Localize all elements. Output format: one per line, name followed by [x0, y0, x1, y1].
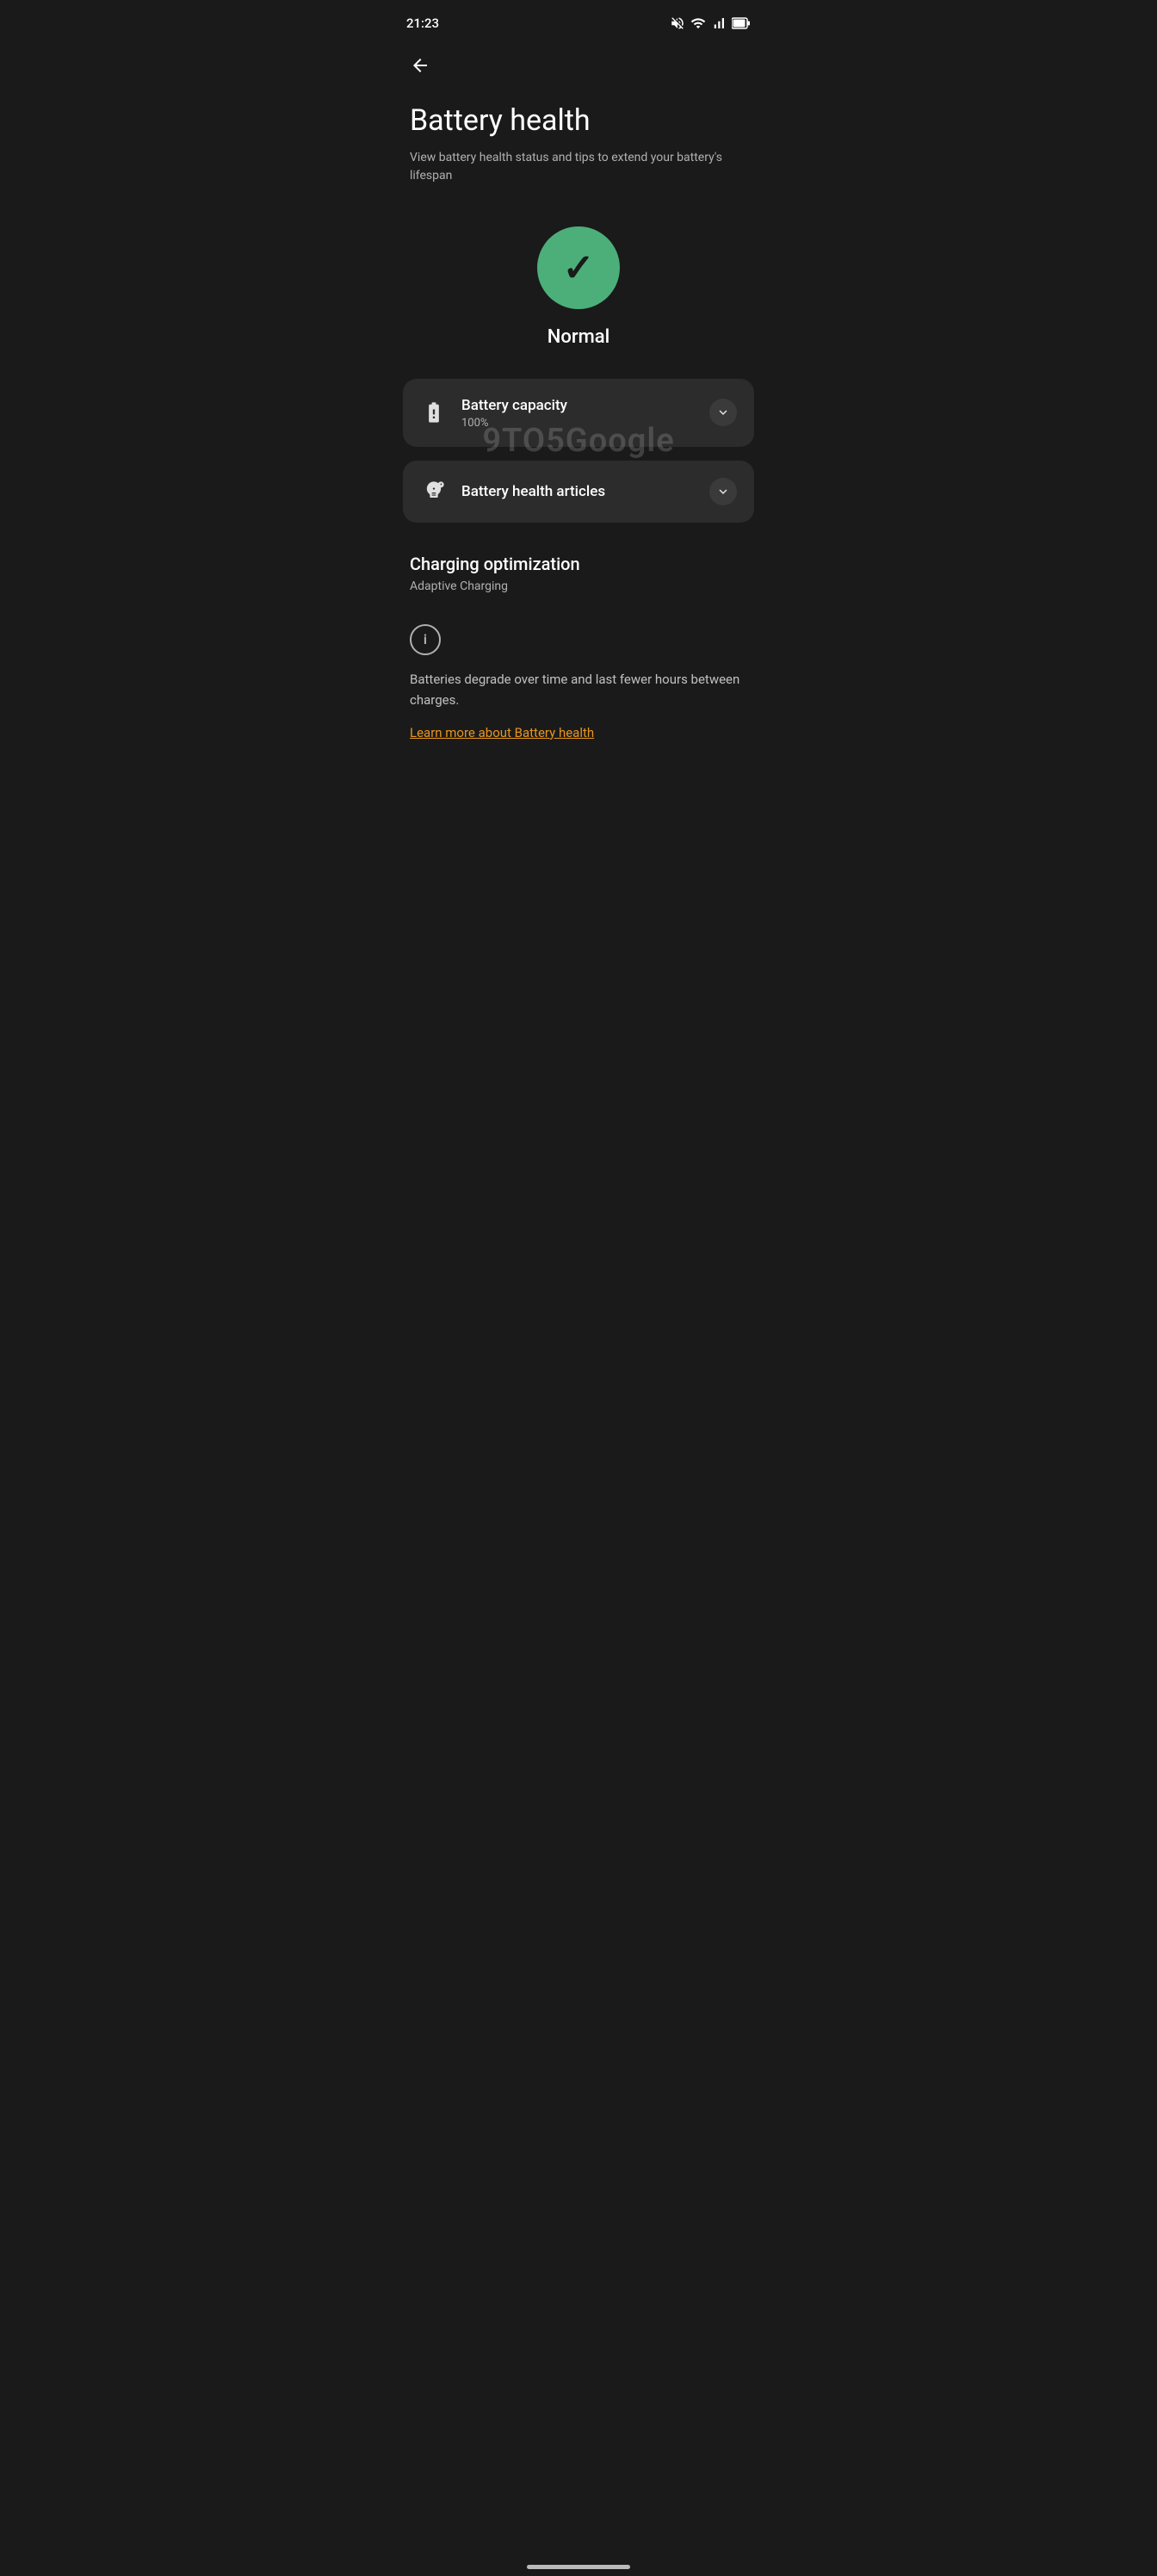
- battery-capacity-chevron[interactable]: [709, 399, 737, 426]
- info-icon: i: [410, 624, 441, 655]
- mute-icon: [670, 15, 685, 31]
- charging-optimization-title: Charging optimization: [410, 554, 747, 574]
- status-section: ✓ Normal: [386, 199, 771, 372]
- back-button[interactable]: [386, 41, 771, 86]
- cards-section: Battery capacity 100% + Battery health a…: [386, 372, 771, 529]
- card-text: Battery capacity 100%: [461, 396, 567, 430]
- page-header: Battery health View battery health statu…: [386, 86, 771, 199]
- page-title: Battery health: [410, 103, 747, 139]
- info-section: i Batteries degrade over time and last f…: [386, 607, 771, 768]
- battery-capacity-card[interactable]: Battery capacity 100%: [403, 379, 754, 447]
- charging-optimization-subtitle: Adaptive Charging: [410, 579, 747, 593]
- back-arrow-icon[interactable]: [406, 52, 434, 79]
- status-time: 21:23: [406, 15, 439, 31]
- wifi-icon: [690, 15, 706, 31]
- status-icons: [670, 15, 751, 31]
- battery-articles-chevron[interactable]: [709, 478, 737, 505]
- battery-articles-title: Battery health articles: [461, 482, 605, 501]
- page-subtitle: View battery health status and tips to e…: [410, 149, 747, 185]
- checkmark-icon: ✓: [563, 249, 595, 287]
- status-circle: ✓: [537, 226, 620, 309]
- signal-icon: [711, 15, 727, 31]
- ai-bulb-icon: +: [420, 478, 448, 505]
- status-label: Normal: [548, 326, 610, 348]
- info-icon-label: i: [424, 633, 427, 647]
- battery-capacity-subtitle: 100%: [461, 417, 567, 430]
- battery-health-articles-card[interactable]: + Battery health articles: [403, 461, 754, 523]
- battery-icon: [732, 17, 751, 29]
- battery-capacity-icon: [420, 399, 448, 426]
- card-left: Battery capacity 100%: [420, 396, 567, 430]
- learn-more-link[interactable]: Learn more about Battery health: [410, 725, 594, 740]
- battery-capacity-title: Battery capacity: [461, 396, 567, 415]
- charging-optimization-section: Charging optimization Adaptive Charging: [386, 529, 771, 607]
- card-left-articles: + Battery health articles: [420, 478, 605, 505]
- info-description: Batteries degrade over time and last few…: [410, 669, 747, 710]
- card-text-articles: Battery health articles: [461, 482, 605, 501]
- status-bar: 21:23: [386, 0, 771, 41]
- home-indicator: [527, 2565, 630, 2569]
